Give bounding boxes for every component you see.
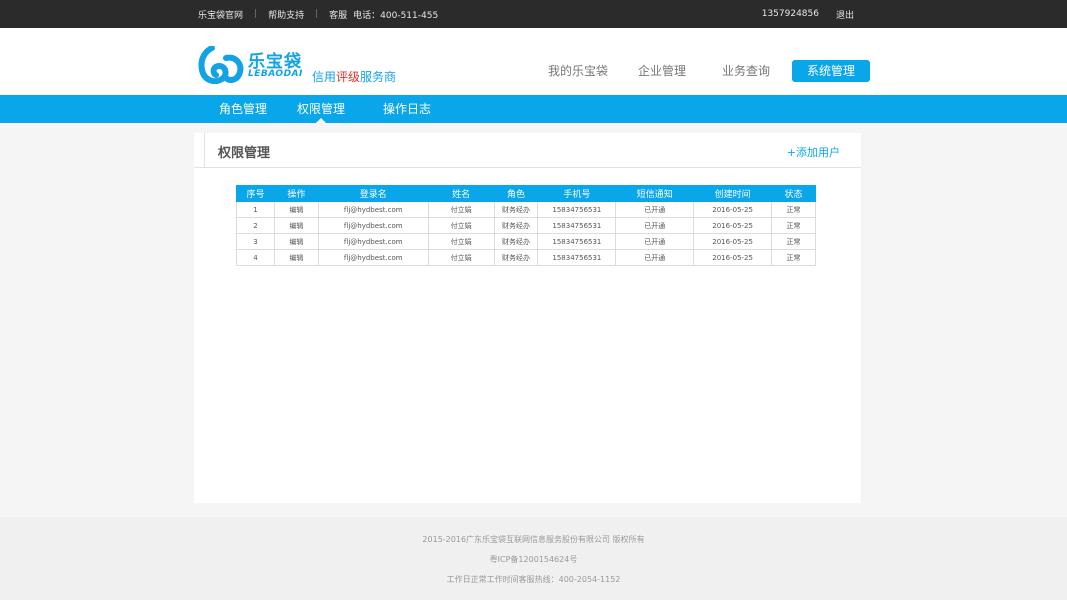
- col-header: 创建时间: [693, 185, 773, 202]
- cell-created: 2016-05-25: [693, 217, 773, 234]
- panel-header-divider: [204, 133, 205, 168]
- table-header-row: 序号 操作 登录名 姓名 角色 手机号 短信通知 创建时间 状态: [236, 185, 816, 202]
- cell-index: 2: [236, 217, 275, 234]
- edit-link[interactable]: 编辑: [273, 249, 319, 266]
- nav-my-lebaodai[interactable]: 我的乐宝袋: [538, 60, 618, 82]
- sub-nav: 角色管理 权限管理 操作日志: [0, 95, 1067, 123]
- cell-role: 财务经办: [493, 201, 539, 218]
- table-row: 2 编辑 flj@hydbest.com 付立娟 财务经办 1583475653…: [236, 217, 816, 234]
- cell-name: 付立娟: [427, 233, 495, 250]
- cell-role: 财务经办: [493, 249, 539, 266]
- edit-link[interactable]: 编辑: [273, 233, 319, 250]
- col-header: 操作: [273, 185, 319, 202]
- cell-index: 1: [236, 201, 275, 218]
- col-header: 手机号: [537, 185, 617, 202]
- col-header: 姓名: [427, 185, 495, 202]
- cell-status: 正常: [771, 217, 816, 234]
- logo-en-text: LEBAODAI: [248, 69, 303, 79]
- logo-mark-icon: [198, 46, 244, 84]
- cell-name: 付立娟: [427, 249, 495, 266]
- cell-created: 2016-05-25: [693, 249, 773, 266]
- nav-business-query[interactable]: 业务查询: [712, 60, 780, 82]
- cell-name: 付立娟: [427, 217, 495, 234]
- top-bar-separator: |: [254, 9, 258, 19]
- help-support-link[interactable]: 帮助支持: [268, 8, 304, 21]
- edit-link[interactable]: 编辑: [273, 217, 319, 234]
- top-bar-left: 乐宝袋官网 | 帮助支持 | 客服 电话：400-511-455: [198, 0, 438, 28]
- cell-created: 2016-05-25: [693, 201, 773, 218]
- customer-service-link[interactable]: 客服: [329, 8, 347, 21]
- cell-login: flj@hydbest.com: [317, 201, 429, 218]
- content-panel: 权限管理 +添加用户 序号 操作 登录名 姓名 角色 手机号 短信通知 创建时间…: [194, 133, 861, 503]
- footer-icp: 粤ICP备1200154624号: [489, 555, 578, 564]
- table-row: 3 编辑 flj@hydbest.com 付立娟 财务经办 1583475653…: [236, 233, 816, 250]
- cell-role: 财务经办: [493, 233, 539, 250]
- col-header: 登录名: [317, 185, 429, 202]
- cell-phone: 15834756531: [537, 217, 617, 234]
- cell-status: 正常: [771, 249, 816, 266]
- cell-login: flj@hydbest.com: [317, 249, 429, 266]
- slogan-highlight: 评级: [336, 70, 361, 84]
- logo-slogan: 信用评级服务商: [312, 68, 396, 85]
- header: 乐宝袋 LEBAODAI 信用评级服务商 我的乐宝袋 企业管理 业务查询 系统管…: [0, 28, 1067, 95]
- nav-enterprise-management[interactable]: 企业管理: [628, 60, 696, 82]
- top-bar-right: 13579248​56 退出: [745, 0, 854, 28]
- table-row: 1 编辑 flj@hydbest.com 付立娟 财务经办 1583475653…: [236, 201, 816, 218]
- tab-role-management[interactable]: 角色管理: [219, 95, 267, 123]
- main-nav: 我的乐宝袋 企业管理 业务查询 系统管理: [538, 60, 871, 82]
- cell-sms: 已开通: [615, 249, 695, 266]
- cell-created: 2016-05-25: [693, 233, 773, 250]
- col-header: 短信通知: [615, 185, 695, 202]
- user-phone: 13579248​56: [761, 9, 819, 19]
- edit-link[interactable]: 编辑: [273, 201, 319, 218]
- page-title: 权限管理: [218, 146, 271, 161]
- cell-login: flj@hydbest.com: [317, 217, 429, 234]
- cell-status: 正常: [771, 201, 816, 218]
- cell-index: 4: [236, 249, 275, 266]
- official-site-link[interactable]: 乐宝袋官网: [198, 8, 243, 21]
- top-bar: 乐宝袋官网 | 帮助支持 | 客服 电话：400-511-455 1357924…: [0, 0, 1067, 28]
- cell-role: 财务经办: [493, 217, 539, 234]
- cell-phone: 15834756531: [537, 201, 617, 218]
- slogan-pre: 信用: [312, 70, 337, 84]
- service-phone: 电话：400-511-455: [353, 10, 439, 21]
- col-header: 状态: [771, 185, 816, 202]
- nav-system-management[interactable]: 系统管理: [792, 60, 871, 82]
- cell-sms: 已开通: [615, 217, 695, 234]
- slogan-post: 服务商: [360, 70, 397, 84]
- footer: 2015-2016广东乐宝袋互联网信息服务股份有限公司 版权所有 粤ICP备12…: [0, 517, 1067, 600]
- cell-index: 3: [236, 233, 275, 250]
- cell-phone: 15834756531: [537, 233, 617, 250]
- cell-sms: 已开通: [615, 201, 695, 218]
- cell-name: 付立娟: [427, 201, 495, 218]
- col-header: 序号: [236, 185, 275, 202]
- cell-phone: 15834756531: [537, 249, 617, 266]
- col-header: 角色: [493, 185, 539, 202]
- tab-operation-log[interactable]: 操作日志: [383, 95, 431, 123]
- table-row: 4 编辑 flj@hydbest.com 付立娟 财务经办 1583475653…: [236, 249, 816, 266]
- top-bar-separator: |: [315, 9, 319, 19]
- cell-login: flj@hydbest.com: [317, 233, 429, 250]
- cell-status: 正常: [771, 233, 816, 250]
- add-user-button[interactable]: +添加用户: [787, 144, 840, 160]
- active-tab-indicator: [316, 118, 326, 123]
- logout-link[interactable]: 退出: [836, 8, 854, 21]
- panel-header: 权限管理 +添加用户: [194, 133, 861, 168]
- footer-hotline: 工作日正常工作时间客服热线：400-2054-1152: [446, 575, 621, 584]
- users-table: 序号 操作 登录名 姓名 角色 手机号 短信通知 创建时间 状态 1 编辑 fl…: [236, 185, 816, 266]
- footer-copyright: 2015-2016广东乐宝袋互联网信息服务股份有限公司 版权所有: [422, 535, 645, 544]
- cell-sms: 已开通: [615, 233, 695, 250]
- logo[interactable]: 乐宝袋 LEBAODAI 信用评级服务商: [198, 46, 408, 86]
